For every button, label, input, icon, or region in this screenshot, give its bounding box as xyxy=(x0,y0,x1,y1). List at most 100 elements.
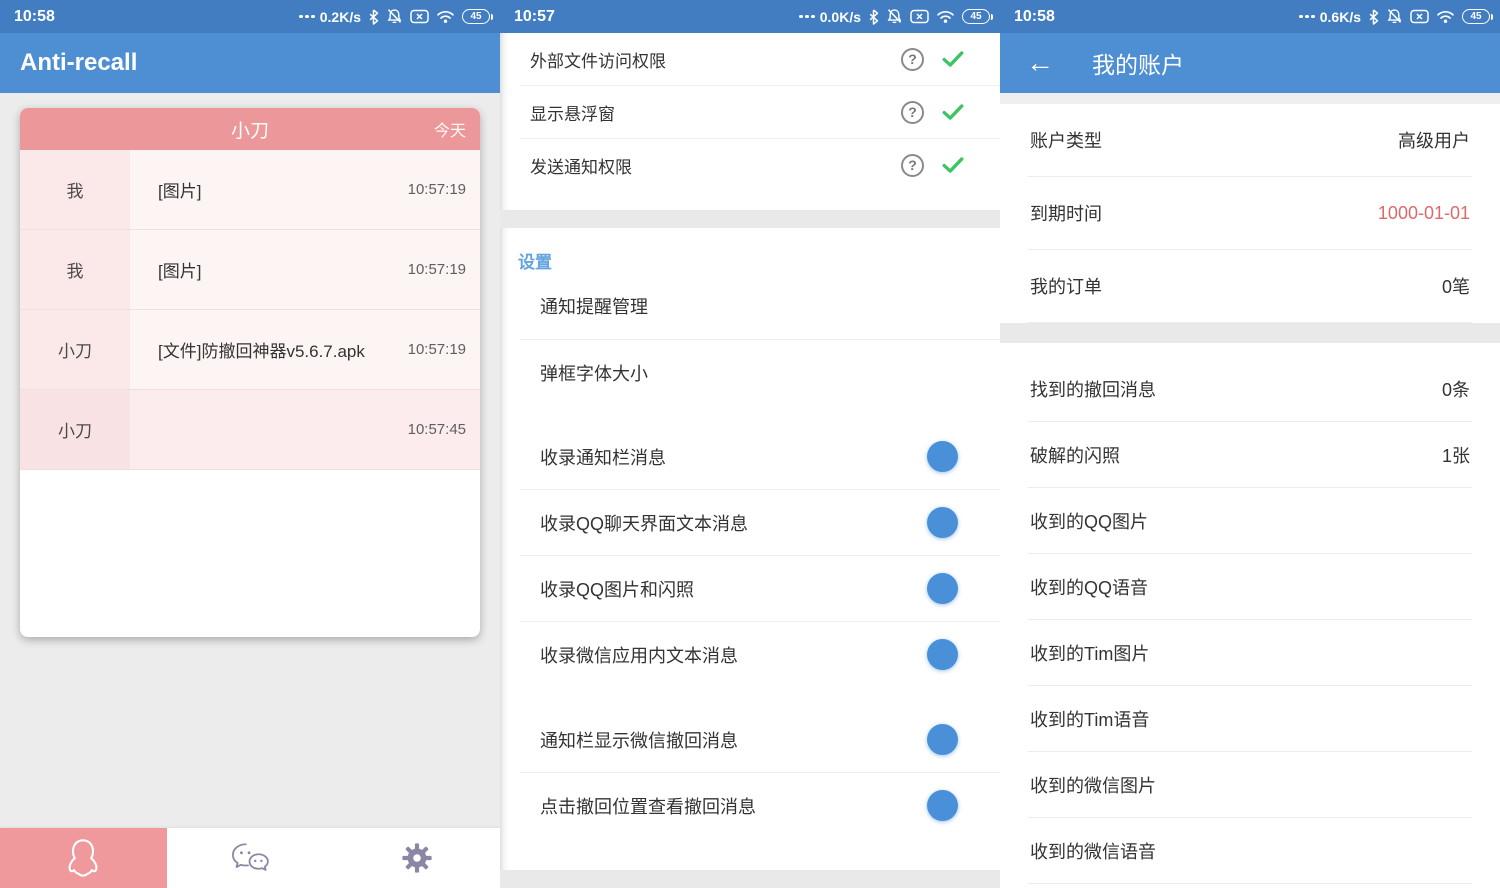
section-separator xyxy=(1000,93,1500,104)
chat-row[interactable]: 小刀 10:57:45 xyxy=(20,390,480,470)
gear-icon xyxy=(400,841,434,875)
help-icon[interactable]: ? xyxy=(901,101,924,124)
middle-screen: 10:57 0.0K/s 45 外部文件访问权限 ? 显示悬浮窗 ? 发送通知权… xyxy=(500,0,1000,888)
chat-row[interactable]: 小刀 [文件]防撤回神器v5.6.7.apk 10:57:19 xyxy=(20,310,480,390)
bluetooth-icon xyxy=(868,9,879,25)
stat-row-wechat-images[interactable]: 收到的微信图片 xyxy=(1000,752,1500,817)
chat-time: 10:57:19 xyxy=(408,341,466,358)
contact-name: 小刀 xyxy=(231,116,269,143)
wifi-icon xyxy=(1436,9,1455,24)
chat-list-background: 小刀 今天 我 [图片] 10:57:19 我 [图片] 10:57:19 小刀 xyxy=(0,93,500,828)
signal-dots-icon xyxy=(299,15,315,19)
mute-bell-icon xyxy=(1386,8,1403,25)
section-title: 设置 xyxy=(518,248,1000,273)
status-bar: 10:58 0.2K/s 45 xyxy=(0,0,500,33)
toggle-row[interactable]: 收录QQ聊天界面文本消息 xyxy=(500,490,1000,555)
signal-dots-icon xyxy=(1299,15,1315,19)
row-value: 1张 xyxy=(1442,442,1470,468)
chat-sender: 我 xyxy=(20,150,130,229)
signal-dots-icon xyxy=(799,15,815,19)
chat-time: 10:57:19 xyxy=(408,261,466,278)
row-label: 找到的撤回消息 xyxy=(1030,376,1156,402)
menu-item-notification-manage[interactable]: 通知提醒管理 xyxy=(500,273,1000,339)
row-label: 我的订单 xyxy=(1030,273,1102,299)
permission-row[interactable]: 发送通知权限 ? xyxy=(500,139,1000,191)
stat-row-qq-voice[interactable]: 收到的QQ语音 xyxy=(1000,554,1500,619)
network-speed: 0.0K/s xyxy=(820,9,861,25)
clock: 10:57 xyxy=(514,8,555,26)
stat-row: 破解的闪照 1张 xyxy=(1000,422,1500,487)
toggle-row[interactable]: 通知栏显示微信撤回消息 xyxy=(500,707,1000,772)
sim-missing-icon xyxy=(910,9,929,24)
help-icon[interactable]: ? xyxy=(901,48,924,71)
toggle-label: 收录QQ图片和闪照 xyxy=(540,576,913,602)
row-label: 账户类型 xyxy=(1030,127,1102,153)
permission-label: 外部文件访问权限 xyxy=(530,47,883,72)
settings-page: 外部文件访问权限 ? 显示悬浮窗 ? 发送通知权限 ? 设置 通知提醒管理 弹框… xyxy=(500,33,1000,888)
tab-wechat[interactable] xyxy=(167,828,334,888)
chat-sender: 我 xyxy=(20,230,130,309)
toggle-row[interactable]: 收录QQ图片和闪照 xyxy=(500,556,1000,621)
toggle-row[interactable]: 收录通知栏消息 xyxy=(500,424,1000,489)
bottom-nav xyxy=(0,828,500,888)
account-row: 账户类型 高级用户 xyxy=(1000,104,1500,176)
row-label: 收到的微信语音 xyxy=(1030,838,1156,864)
toggle-switch-on[interactable] xyxy=(913,644,955,665)
row-label: 到期时间 xyxy=(1030,200,1102,226)
check-icon xyxy=(942,50,964,68)
row-label: 收到的Tim图片 xyxy=(1030,640,1149,666)
status-bar: 10:57 0.0K/s 45 xyxy=(500,0,1000,33)
stat-row-tim-images[interactable]: 收到的Tim图片 xyxy=(1000,620,1500,685)
toggle-row[interactable]: 点击撤回位置查看撤回消息 xyxy=(500,773,1000,838)
chat-message: [图片] xyxy=(158,257,408,282)
toggle-label: 收录微信应用内文本消息 xyxy=(540,642,913,668)
account-page: 账户类型 高级用户 到期时间 1000-01-01 我的订单 0笔 找到的撤回消… xyxy=(1000,93,1500,888)
row-label: 收到的QQ语音 xyxy=(1030,574,1148,600)
stat-row-tim-voice[interactable]: 收到的Tim语音 xyxy=(1000,686,1500,751)
app-title: Anti-recall xyxy=(20,49,137,77)
row-label: 破解的闪照 xyxy=(1030,442,1120,468)
wifi-icon xyxy=(436,9,455,24)
clock: 10:58 xyxy=(1014,8,1055,26)
toggle-switch-on[interactable] xyxy=(913,578,955,599)
row-label: 收到的Tim语音 xyxy=(1030,706,1149,732)
battery-icon: 45 xyxy=(462,9,490,24)
left-screen: 10:58 0.2K/s 45 Anti-recall 小刀 今天 我 [图片]… xyxy=(0,0,500,888)
toggle-switch-on[interactable] xyxy=(913,512,955,533)
stat-row-qq-images[interactable]: 收到的QQ图片 xyxy=(1000,488,1500,553)
chat-row[interactable]: 我 [图片] 10:57:19 xyxy=(20,230,480,310)
date-label: 今天 xyxy=(434,117,466,141)
chat-time: 10:57:19 xyxy=(408,181,466,198)
chat-sender: 小刀 xyxy=(20,390,130,469)
toggle-label: 通知栏显示微信撤回消息 xyxy=(540,727,913,753)
menu-item-popup-font-size[interactable]: 弹框字体大小 xyxy=(500,340,1000,406)
chat-sender: 小刀 xyxy=(20,310,130,389)
toggle-row[interactable]: 收录微信应用内文本消息 xyxy=(500,622,1000,687)
tab-qq[interactable] xyxy=(0,828,167,888)
row-value: 0笔 xyxy=(1442,273,1470,299)
toggle-switch-on[interactable] xyxy=(913,446,955,467)
row-value-expiry: 1000-01-01 xyxy=(1378,203,1470,224)
sim-missing-icon xyxy=(410,9,429,24)
account-row-orders[interactable]: 我的订单 0笔 xyxy=(1000,250,1500,322)
stat-row-wechat-voice[interactable]: 收到的微信语音 xyxy=(1000,818,1500,883)
chat-row[interactable]: 我 [图片] 10:57:19 xyxy=(20,150,480,230)
tab-settings[interactable] xyxy=(333,828,500,888)
battery-icon: 45 xyxy=(1462,9,1490,24)
wifi-icon xyxy=(936,9,955,24)
back-button[interactable]: ← xyxy=(1026,49,1054,77)
toggle-switch-on[interactable] xyxy=(913,795,955,816)
bluetooth-icon xyxy=(368,9,379,25)
help-icon[interactable]: ? xyxy=(901,154,924,177)
row-value: 0条 xyxy=(1442,376,1470,402)
bluetooth-icon xyxy=(1368,9,1379,25)
chat-time: 10:57:45 xyxy=(408,421,466,438)
permission-row[interactable]: 显示悬浮窗 ? xyxy=(500,86,1000,138)
toggle-switch-on[interactable] xyxy=(913,729,955,750)
conversation-card-header: 小刀 今天 xyxy=(20,108,480,150)
mute-bell-icon xyxy=(386,8,403,25)
network-speed: 0.2K/s xyxy=(320,9,361,25)
permission-row[interactable]: 外部文件访问权限 ? xyxy=(500,33,1000,85)
row-value: 高级用户 xyxy=(1398,127,1470,153)
row-label: 收到的微信图片 xyxy=(1030,772,1156,798)
